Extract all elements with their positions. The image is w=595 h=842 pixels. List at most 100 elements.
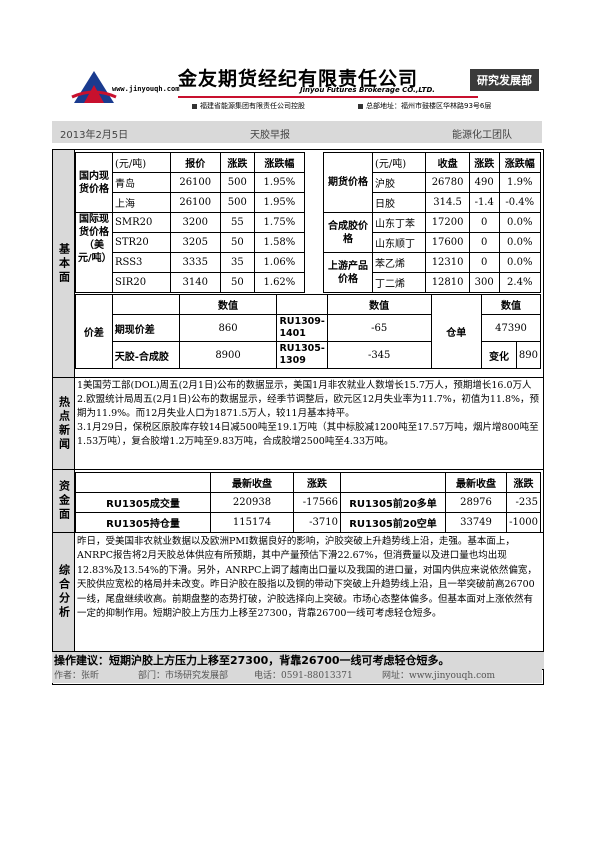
col-header: 报价 <box>169 152 221 173</box>
report-title: 天胶早报 <box>250 130 290 141</box>
upstream-close: 12310 <box>425 252 470 273</box>
section-basic: 基本面 <box>53 150 75 377</box>
spread-name: 天胶-合成胶 <box>111 341 180 369</box>
upstream-change: 300 <box>468 272 500 293</box>
futures-label: 期货价格 <box>323 152 373 213</box>
footer-site: 网址：www.jinyouqh.com <box>382 671 496 681</box>
futures-change: -1.4 <box>468 192 500 213</box>
spot-price: 26100 <box>169 192 221 213</box>
domestic-spot-label: 国内现货价格 <box>75 152 113 213</box>
synthetic-change: 0 <box>468 232 500 253</box>
spot-change: 35 <box>219 252 255 273</box>
col-header: 涨跌 <box>506 472 541 493</box>
funds-name: RU1305前20多单 <box>340 492 446 513</box>
funds-change: -17566 <box>293 492 341 513</box>
upstream-pct: 0.0% <box>498 252 542 273</box>
report-header: www.jinyouqh.com 金友期货经纪有限责任公司 研究发展部 Jiny… <box>52 55 542 117</box>
synthetic-close: 17600 <box>425 232 470 253</box>
spot-change: 500 <box>219 172 255 193</box>
spot-price: 3200 <box>169 212 221 233</box>
spot-pct: 1.58% <box>253 232 306 253</box>
spread-contract: RU1309-1401 <box>276 314 328 342</box>
report-title-bar: 2013年2月5日 天胶早报 能源化工团队 <box>52 121 542 143</box>
report-body: 基本面 热点新闻 资金面 综合分析 国内现货价格 (元/吨) 报价 涨跌 涨跌幅… <box>52 149 544 685</box>
spot-name: SMR20 <box>112 212 171 233</box>
value-header: 数值 <box>178 294 278 315</box>
report-footer: 作者：张昕 部门：市场研究发展部 电话：0591-88013371 网址：www… <box>52 669 542 683</box>
spread-table: 价差 数值 数值 仓单 数值 期现价差 860 RU1309-1401 -65 … <box>75 294 542 369</box>
company-logo-icon <box>71 71 117 103</box>
analysis-text: 昨日，受美国非农就业数据以及欧洲PMI数据良好的影响，沪胶突破上升趋势线上沿，走… <box>77 536 537 620</box>
change-value: 890 <box>515 341 542 369</box>
spread-contract: RU1305-1309 <box>276 341 328 369</box>
futures-pct: 1.9% <box>498 172 542 193</box>
footer-dept: 部门：市场研究发展部 <box>138 671 229 681</box>
spot-pct: 1.62% <box>253 272 306 293</box>
warrant-value: 47390 <box>481 314 541 342</box>
col-header: 收盘 <box>425 152 470 173</box>
funds-change: -3710 <box>293 512 341 533</box>
header-divider <box>178 96 478 98</box>
synthetic-label: 合成胶价格 <box>323 212 373 253</box>
funds-name: RU1305持仓量 <box>75 512 211 533</box>
spot-pct: 1.75% <box>253 212 306 233</box>
upstream-name: 苯乙烯 <box>371 252 427 273</box>
spot-name: 上海 <box>112 192 171 213</box>
spot-name: 青岛 <box>112 172 171 193</box>
spot-name: STR20 <box>112 232 171 253</box>
unit-header: (元/吨) <box>112 152 171 173</box>
synthetic-name: 山东丁苯 <box>371 212 427 233</box>
col-header: 最新收盘 <box>445 472 507 493</box>
hot-news-list: 1美国劳工部(DOL)周五(2月1日)公布的数据显示，美国1月非农就业人数增长1… <box>77 379 539 467</box>
spread-value: 8900 <box>178 341 278 369</box>
funds-close: 33749 <box>445 512 507 533</box>
col-header: 最新收盘 <box>210 472 294 493</box>
synthetic-name: 山东顺丁 <box>371 232 427 253</box>
synthetic-change: 0 <box>468 212 500 233</box>
funds-name: RU1305前20空单 <box>340 512 446 533</box>
value-header: 数值 <box>326 294 432 315</box>
news-item: 3.1月29日，保税区原胶库存较14日减500吨至19.1万吨（其中标胶减120… <box>77 422 539 447</box>
spot-price: 3335 <box>169 252 221 273</box>
col-header: 涨跌 <box>468 152 500 173</box>
spread-contract-value: -345 <box>326 341 432 369</box>
futures-close: 26780 <box>425 172 470 193</box>
spot-pct: 1.95% <box>253 172 306 193</box>
spot-price-table: 国内现货价格 (元/吨) 报价 涨跌 涨跌幅 青岛 26100 500 1.95… <box>75 152 306 293</box>
funds-table: 最新收盘 涨跌 最新收盘 涨跌 RU1305成交量 220938 -17566 … <box>75 472 541 533</box>
futures-change: 490 <box>468 172 500 193</box>
col-header: 涨跌幅 <box>253 152 306 173</box>
funds-name: RU1305成交量 <box>75 492 211 513</box>
divider <box>53 377 543 378</box>
spot-change: 50 <box>219 272 255 293</box>
futures-price-table: 期货价格 (元/吨) 收盘 涨跌 涨跌幅 沪胶 26780 490 1.9% 日… <box>323 152 542 293</box>
spot-change: 50 <box>219 232 255 253</box>
synthetic-pct: 0.0% <box>498 212 542 233</box>
spread-value: 860 <box>178 314 278 342</box>
spot-pct: 1.06% <box>253 252 306 273</box>
funds-close: 115174 <box>210 512 294 533</box>
spot-name: SIR20 <box>112 272 171 293</box>
futures-close: 314.5 <box>425 192 470 213</box>
footer-phone: 电话：0591-88013371 <box>254 671 353 681</box>
col-header: 涨跌幅 <box>498 152 542 173</box>
futures-pct: -0.4% <box>498 192 542 213</box>
spot-price: 3205 <box>169 232 221 253</box>
upstream-change: 0 <box>468 252 500 273</box>
report-date: 2013年2月5日 <box>60 130 129 141</box>
section-funds: 资金面 <box>53 470 75 532</box>
col-header: 涨跌 <box>293 472 341 493</box>
news-item: 1美国劳工部(DOL)周五(2月1日)公布的数据显示，美国1月非农就业人数增长1… <box>77 380 532 391</box>
futures-name: 沪胶 <box>371 172 427 193</box>
value-header: 数值 <box>481 294 541 315</box>
spot-pct: 1.95% <box>253 192 306 213</box>
section-analysis: 综合分析 <box>53 533 75 651</box>
synthetic-pct: 0.0% <box>498 232 542 253</box>
dept-badge: 研究发展部 <box>470 69 539 91</box>
funds-close: 28976 <box>445 492 507 513</box>
intl-spot-label: 国际现货价格（美元/吨） <box>75 212 113 293</box>
company-english-name: Jinyou Futures Brokerage CO.,LTD. <box>300 86 435 94</box>
spot-price: 3140 <box>169 272 221 293</box>
spot-name: RSS3 <box>112 252 171 273</box>
section-hot-news: 热点新闻 <box>53 378 75 469</box>
